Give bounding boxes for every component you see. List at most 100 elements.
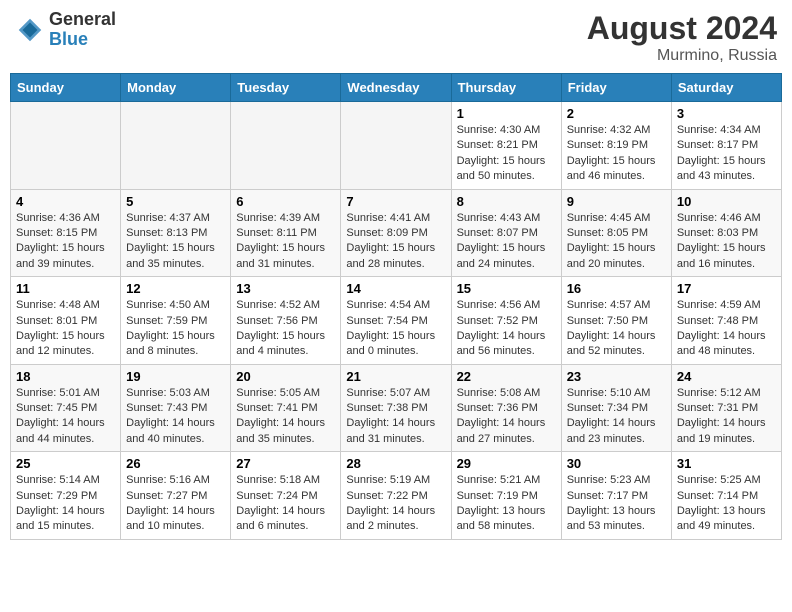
calendar-day-9: 9 Sunrise: 4:45 AMSunset: 8:05 PMDaylight… [561,189,671,277]
calendar-day-5: 5Sunrise: 4:37 AMSunset: 8:13 PMDaylight… [121,189,231,277]
calendar-day-1: 1Sunrise: 4:30 AMSunset: 8:21 PMDaylight… [451,102,561,190]
day-number: 22 [457,369,556,384]
day-info: Sunrise: 5:12 AMSunset: 7:31 PMDaylight:… [677,386,776,448]
day-number: 17 [677,281,776,296]
day-number: 30 [567,456,666,471]
day-info: Sunrise: 4:41 AMSunset: 8:09 PMDaylight:… [346,211,445,273]
calendar-day-8: 8 Sunrise: 4:43 AMSunset: 8:07 PMDaylight… [451,189,561,277]
day-info: Sunrise: 5:08 AMSunset: 7:36 PMDaylight:… [457,386,556,448]
calendar-table: SundayMondayTuesdayWednesdayThursdayFrid… [10,73,782,540]
day-info: Sunrise: 4:46 AMSunset: 8:03 PMDaylight:… [677,211,776,273]
calendar-day-2: 2 Sunrise: 4:32 AMSunset: 8:19 PMDaylight… [561,102,671,190]
logo-blue: Blue [49,29,88,49]
day-number: 31 [677,456,776,471]
day-number: 14 [346,281,445,296]
calendar-week-5: 25 Sunrise: 5:14 AMSunset: 7:29 PMDayligh… [11,452,782,540]
calendar-day-27: 27 Sunrise: 5:18 AMSunset: 7:24 PMDayligh… [231,452,341,540]
day-info: Sunrise: 4:39 AMSunset: 8:11 PMDaylight:… [236,211,335,273]
day-info: Sunrise: 4:43 AMSunset: 8:07 PMDaylight:… [457,211,556,273]
day-info: Sunrise: 4:45 AMSunset: 8:05 PMDaylight:… [567,211,666,273]
day-info: Sunrise: 4:32 AMSunset: 8:19 PMDaylight:… [567,123,666,185]
day-number: 9 [567,194,666,209]
day-number: 23 [567,369,666,384]
day-info: Sunrise: 4:48 AMSunset: 8:01 PMDaylight:… [16,298,115,360]
column-header-tuesday: Tuesday [231,74,341,102]
day-info: Sunrise: 4:36 AMSunset: 8:15 PMDaylight:… [16,211,115,273]
calendar-day-18: 18Sunrise: 5:01 AMSunset: 7:45 PMDayligh… [11,364,121,452]
title-block: August 2024 Murmino, Russia [587,10,777,65]
day-info: Sunrise: 4:34 AMSunset: 8:17 PMDaylight:… [677,123,776,185]
calendar-day-14: 14 Sunrise: 4:54 AMSunset: 7:54 PMDayligh… [341,277,451,365]
calendar-day-11: 11 Sunrise: 4:48 AMSunset: 8:01 PMDayligh… [11,277,121,365]
column-header-friday: Friday [561,74,671,102]
day-info: Sunrise: 4:57 AMSunset: 7:50 PMDaylight:… [567,298,666,360]
day-number: 20 [236,369,335,384]
day-number: 16 [567,281,666,296]
day-number: 24 [677,369,776,384]
calendar-day-26: 26Sunrise: 5:16 AMSunset: 7:27 PMDayligh… [121,452,231,540]
calendar-week-2: 4 Sunrise: 4:36 AMSunset: 8:15 PMDaylight… [11,189,782,277]
calendar-day-7: 7 Sunrise: 4:41 AMSunset: 8:09 PMDaylight… [341,189,451,277]
day-number: 27 [236,456,335,471]
day-number: 15 [457,281,556,296]
calendar-day-empty [341,102,451,190]
day-number: 12 [126,281,225,296]
calendar-day-10: 10Sunrise: 4:46 AMSunset: 8:03 PMDayligh… [671,189,781,277]
calendar-week-1: 1Sunrise: 4:30 AMSunset: 8:21 PMDaylight… [11,102,782,190]
day-info: Sunrise: 5:21 AMSunset: 7:19 PMDaylight:… [457,473,556,535]
day-info: Sunrise: 4:37 AMSunset: 8:13 PMDaylight:… [126,211,225,273]
column-header-sunday: Sunday [11,74,121,102]
day-number: 4 [16,194,115,209]
logo-text: General Blue [49,10,116,50]
calendar-day-30: 30 Sunrise: 5:23 AMSunset: 7:17 PMDayligh… [561,452,671,540]
column-header-thursday: Thursday [451,74,561,102]
day-number: 26 [126,456,225,471]
day-number: 21 [346,369,445,384]
day-info: Sunrise: 5:18 AMSunset: 7:24 PMDaylight:… [236,473,335,535]
column-header-wednesday: Wednesday [341,74,451,102]
day-info: Sunrise: 5:01 AMSunset: 7:45 PMDaylight:… [16,386,115,448]
month-year-title: August 2024 [587,10,777,47]
calendar-day-20: 20Sunrise: 5:05 AMSunset: 7:41 PMDayligh… [231,364,341,452]
day-info: Sunrise: 5:14 AMSunset: 7:29 PMDaylight:… [16,473,115,535]
location-subtitle: Murmino, Russia [587,47,777,65]
page-header: General Blue August 2024 Murmino, Russia [10,10,782,65]
calendar-day-22: 22 Sunrise: 5:08 AMSunset: 7:36 PMDayligh… [451,364,561,452]
day-number: 19 [126,369,225,384]
calendar-day-12: 12 Sunrise: 4:50 AMSunset: 7:59 PMDayligh… [121,277,231,365]
day-number: 7 [346,194,445,209]
day-number: 1 [457,106,556,121]
calendar-day-empty [11,102,121,190]
calendar-header-row: SundayMondayTuesdayWednesdayThursdayFrid… [11,74,782,102]
calendar-day-24: 24 Sunrise: 5:12 AMSunset: 7:31 PMDayligh… [671,364,781,452]
day-number: 6 [236,194,335,209]
day-number: 28 [346,456,445,471]
day-info: Sunrise: 4:52 AMSunset: 7:56 PMDaylight:… [236,298,335,360]
calendar-day-16: 16 Sunrise: 4:57 AMSunset: 7:50 PMDayligh… [561,277,671,365]
day-info: Sunrise: 5:23 AMSunset: 7:17 PMDaylight:… [567,473,666,535]
day-info: Sunrise: 5:07 AMSunset: 7:38 PMDaylight:… [346,386,445,448]
calendar-day-21: 21 Sunrise: 5:07 AMSunset: 7:38 PMDayligh… [341,364,451,452]
day-info: Sunrise: 4:50 AMSunset: 7:59 PMDaylight:… [126,298,225,360]
calendar-day-28: 28 Sunrise: 5:19 AMSunset: 7:22 PMDayligh… [341,452,451,540]
calendar-day-15: 15 Sunrise: 4:56 AMSunset: 7:52 PMDayligh… [451,277,561,365]
day-number: 2 [567,106,666,121]
calendar-day-empty [121,102,231,190]
day-number: 11 [16,281,115,296]
calendar-day-3: 3Sunrise: 4:34 AMSunset: 8:17 PMDaylight… [671,102,781,190]
day-info: Sunrise: 4:59 AMSunset: 7:48 PMDaylight:… [677,298,776,360]
day-info: Sunrise: 5:25 AMSunset: 7:14 PMDaylight:… [677,473,776,535]
calendar-day-29: 29Sunrise: 5:21 AMSunset: 7:19 PMDayligh… [451,452,561,540]
logo-general: General [49,9,116,29]
day-number: 25 [16,456,115,471]
calendar-day-4: 4 Sunrise: 4:36 AMSunset: 8:15 PMDaylight… [11,189,121,277]
calendar-day-13: 13Sunrise: 4:52 AMSunset: 7:56 PMDayligh… [231,277,341,365]
calendar-day-25: 25 Sunrise: 5:14 AMSunset: 7:29 PMDayligh… [11,452,121,540]
calendar-day-6: 6 Sunrise: 4:39 AMSunset: 8:11 PMDaylight… [231,189,341,277]
day-info: Sunrise: 4:56 AMSunset: 7:52 PMDaylight:… [457,298,556,360]
day-info: Sunrise: 5:19 AMSunset: 7:22 PMDaylight:… [346,473,445,535]
logo-icon [15,15,45,45]
day-info: Sunrise: 5:10 AMSunset: 7:34 PMDaylight:… [567,386,666,448]
day-info: Sunrise: 4:54 AMSunset: 7:54 PMDaylight:… [346,298,445,360]
day-number: 8 [457,194,556,209]
